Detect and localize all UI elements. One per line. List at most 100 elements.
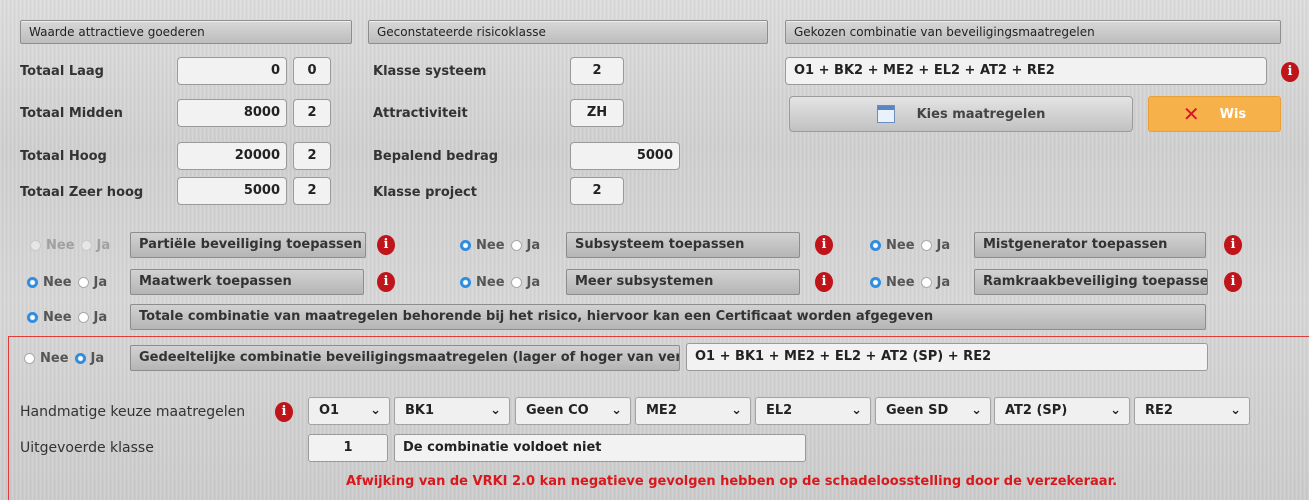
radio-ja[interactable] (920, 276, 932, 288)
radio-ja[interactable] (77, 276, 89, 288)
label-klasse-systeem: Klasse systeem (373, 64, 487, 79)
option-totale-combinatie: Totale combinatie van maatregelen behore… (130, 304, 1206, 330)
chevron-down-icon: ⌄ (1230, 403, 1241, 418)
radio-ja-label: Ja (93, 274, 108, 290)
kies-maatregelen-label: Kies maatregelen (916, 106, 1046, 122)
header-risicoklasse: Geconstateerde risicoklasse (368, 20, 768, 44)
radio-ja[interactable] (920, 239, 932, 251)
info-icon[interactable]: i (1224, 272, 1242, 292)
radio-nee[interactable] (460, 239, 471, 251)
radio-ja-label: Ja (936, 274, 951, 290)
warning-text: Afwijking van de VRKI 2.0 kan negatieve … (346, 474, 1118, 489)
label-bepalend-bedrag: Bepalend bedrag (373, 149, 499, 164)
info-icon[interactable]: i (815, 272, 833, 292)
amount-totaal-hoog: 20000 (177, 142, 287, 170)
wis-button[interactable]: ✕ Wis (1148, 96, 1281, 132)
radio-ja-label: Ja (936, 237, 951, 253)
radio-ja[interactable] (510, 276, 522, 288)
select-at[interactable]: AT2 (SP) ⌄ (994, 397, 1130, 425)
radio-totale-combinatie[interactable]: Nee Ja (27, 305, 113, 329)
radio-subsysteem[interactable]: Nee Ja (460, 233, 546, 257)
radio-gedeeltelijk[interactable]: Nee Ja (24, 346, 110, 370)
value-bepalend-bedrag: 5000 (570, 142, 680, 170)
select-me-value: ME2 (646, 403, 677, 418)
radio-ja[interactable] (77, 311, 89, 323)
select-bk-value: BK1 (405, 403, 435, 418)
select-bk[interactable]: BK1 ⌄ (394, 397, 510, 425)
radio-nee-label: Nee (886, 237, 915, 253)
option-meer-subsystemen: Meer subsystemen (566, 269, 800, 295)
select-sd[interactable]: Geen SD ⌄ (875, 397, 991, 425)
radio-nee[interactable] (870, 276, 881, 288)
gedeeltelijk-value: O1 + BK1 + ME2 + EL2 + AT2 (SP) + RE2 (686, 343, 1208, 371)
label-totaal-zeer-hoog: Totaal Zeer hoog (20, 185, 144, 200)
chevron-down-icon: ⌄ (611, 403, 622, 418)
header-combinatie: Gekozen combinatie van beveiligingsmaatr… (785, 20, 1281, 44)
radio-ja[interactable] (510, 239, 522, 251)
radio-nee[interactable] (24, 352, 35, 364)
chevron-down-icon: ⌄ (1110, 403, 1121, 418)
chevron-down-icon: ⌄ (851, 403, 862, 418)
radio-nee-label: Nee (476, 237, 505, 253)
radio-mistgenerator[interactable]: Nee Ja (870, 233, 956, 257)
chevron-down-icon: ⌄ (490, 403, 501, 418)
label-totaal-midden: Totaal Midden (20, 106, 123, 121)
value-attractiviteit: ZH (570, 99, 624, 127)
chevron-down-icon: ⌄ (370, 403, 381, 418)
info-icon[interactable]: i (815, 235, 833, 255)
info-icon[interactable]: i (1224, 235, 1242, 255)
radio-maatwerk[interactable]: Nee Ja (27, 270, 113, 294)
select-re[interactable]: RE2 ⌄ (1134, 397, 1250, 425)
class-totaal-hoog: 2 (293, 142, 331, 170)
wis-label: Wis (1219, 106, 1247, 122)
option-subsysteem: Subsysteem toepassen (566, 232, 800, 258)
select-el-value: EL2 (766, 403, 793, 418)
info-icon[interactable]: i (377, 235, 395, 255)
radio-ja-label: Ja (526, 237, 541, 253)
radio-ja[interactable] (74, 352, 86, 364)
combinatie-value: O1 + BK2 + ME2 + EL2 + AT2 + RE2 (785, 57, 1267, 85)
radio-meer-subsystemen[interactable]: Nee Ja (460, 270, 546, 294)
radio-nee-label: Nee (46, 237, 75, 253)
select-el[interactable]: EL2 ⌄ (755, 397, 871, 425)
select-sd-value: Geen SD (886, 403, 949, 418)
radio-nee[interactable] (27, 276, 38, 288)
select-me[interactable]: ME2 ⌄ (635, 397, 751, 425)
radio-ramkraak[interactable]: Nee Ja (870, 270, 956, 294)
class-totaal-zeer-hoog: 2 (293, 177, 331, 205)
select-co-value: Geen CO (526, 403, 589, 418)
radio-ja-label: Ja (96, 237, 111, 253)
radio-nee-label: Nee (886, 274, 915, 290)
select-co[interactable]: Geen CO ⌄ (515, 397, 631, 425)
uitgevoerd-value: 1 (308, 434, 388, 462)
select-re-value: RE2 (1145, 403, 1173, 418)
info-icon[interactable]: i (275, 402, 293, 422)
option-gedeeltelijk: Gedeeltelijke combinatie beveiligingsmaa… (130, 345, 680, 371)
calendar-icon (876, 105, 895, 123)
value-klasse-systeem: 2 (570, 57, 624, 85)
radio-ja[interactable] (80, 239, 92, 251)
chevron-down-icon: ⌄ (971, 403, 982, 418)
radio-nee-label: Nee (40, 350, 69, 366)
value-klasse-project: 2 (570, 177, 624, 205)
radio-nee[interactable] (30, 239, 41, 251)
option-ramkraak: Ramkraakbeveiliging toepassen (974, 269, 1208, 295)
radio-ja-label: Ja (90, 350, 105, 366)
radio-nee-label: Nee (476, 274, 505, 290)
select-o[interactable]: O1 ⌄ (308, 397, 390, 425)
radio-ja-label: Ja (526, 274, 541, 290)
amount-totaal-zeer-hoog: 5000 (177, 177, 287, 205)
info-icon[interactable]: i (1281, 62, 1299, 82)
radio-partiele[interactable]: Nee Ja (30, 233, 116, 257)
info-icon[interactable]: i (377, 272, 395, 292)
close-icon: ✕ (1182, 102, 1200, 126)
amount-totaal-laag: 0 (177, 57, 287, 85)
class-totaal-midden: 2 (293, 99, 331, 127)
radio-nee[interactable] (460, 276, 471, 288)
option-maatwerk: Maatwerk toepassen (130, 269, 364, 295)
radio-nee[interactable] (870, 239, 881, 251)
kies-maatregelen-button[interactable]: Kies maatregelen (789, 96, 1133, 132)
radio-nee[interactable] (27, 311, 38, 323)
class-totaal-laag: 0 (293, 57, 331, 85)
label-klasse-project: Klasse project (373, 185, 477, 200)
